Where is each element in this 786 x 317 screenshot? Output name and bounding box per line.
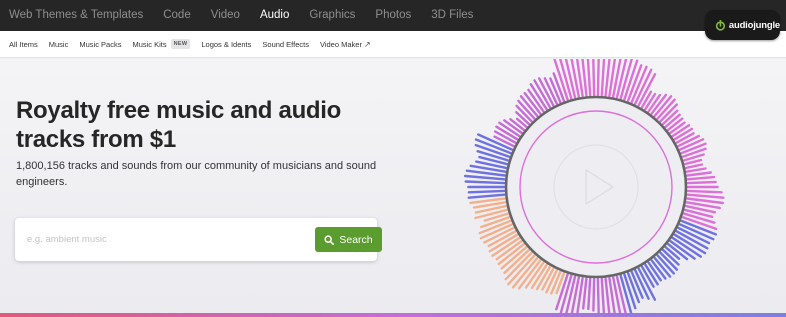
top-navigation: Web Themes & Templates Code Video Audio … (0, 0, 786, 31)
subnav-label: Music (48, 39, 69, 49)
nav-photos[interactable]: Photos (375, 0, 411, 31)
audiojungle-logo-icon (715, 19, 726, 31)
visualizer-bar (586, 59, 592, 97)
visualizer-bar (644, 92, 657, 111)
visualizer-bar (463, 174, 506, 181)
nav-code[interactable]: Code (163, 0, 191, 31)
hero-section: Royalty free music and audio tracks from… (0, 59, 786, 317)
nav-web-themes[interactable]: Web Themes & Templates (9, 0, 143, 31)
visualizer-bar (686, 175, 716, 181)
visualizer-bar (467, 189, 506, 194)
subnav-label: Music Kits (132, 39, 167, 49)
subnav-sound-effects[interactable]: Sound Effects (262, 40, 309, 49)
external-link-icon: ↗ (363, 39, 371, 49)
nav-video[interactable]: Video (211, 0, 240, 31)
search-icon (324, 234, 335, 245)
visualizer-bar (587, 277, 592, 311)
subnav-logos-idents[interactable]: Logos & Idents (201, 40, 251, 49)
visualizer-bar (686, 171, 712, 177)
search-button-label: Search (339, 233, 373, 246)
visualizer-bar (600, 59, 606, 97)
subnav-label: All Items (9, 39, 38, 49)
visualizer-bar (600, 277, 606, 316)
audiojungle-logo[interactable]: audiojungle (705, 10, 780, 40)
search-button[interactable]: Search (315, 227, 382, 252)
visualizer-bar (467, 193, 506, 199)
visualizer-bar (596, 277, 600, 315)
subnav-music-packs[interactable]: Music Packs (79, 40, 121, 49)
visualizer-bar (683, 158, 703, 166)
visualizer-bar (685, 167, 707, 173)
hero-description: 1,800,156 tracks and sounds from our com… (16, 160, 377, 188)
subnav-music[interactable]: Music (49, 40, 69, 49)
nav-3d-files[interactable]: 3D Files (431, 0, 473, 31)
nav-audio[interactable]: Audio (260, 0, 289, 31)
bottom-stripe (0, 313, 786, 317)
nav-graphics[interactable]: Graphics (309, 0, 355, 31)
subnav-label: Logos & Idents (201, 39, 252, 49)
subnav-label: Music Packs (79, 39, 122, 49)
logo-text: audiojungle (728, 19, 780, 31)
hero-title: Royalty free music and audio tracks from… (16, 97, 342, 153)
visualizer-bar (686, 193, 725, 199)
sub-navigation: All Items Music Music Packs Music Kits NE… (0, 31, 786, 58)
visualizer-bar (559, 59, 573, 100)
visualizer-bar (596, 59, 600, 97)
visualizer-bar (684, 163, 704, 170)
visualizer-bar (686, 180, 717, 185)
visualizer-bar (582, 277, 588, 310)
subnav-label: Video Maker (319, 39, 362, 49)
subnav-video-maker[interactable]: Video Maker ↗ (320, 40, 371, 49)
search-form: Search (15, 218, 382, 261)
visualizer-bar (604, 277, 611, 316)
new-badge: NEW (170, 39, 191, 49)
subnav-all-items[interactable]: All Items (9, 40, 38, 49)
visualizer-bar (464, 180, 506, 185)
subnav-label: Sound Effects (262, 39, 309, 49)
visualizer-bar (592, 277, 596, 312)
subnav-music-kits[interactable]: Music Kits NEW (132, 39, 191, 49)
category-menu: Web Themes & Templates Code Video Audio … (0, 0, 493, 31)
visualizer-bar (686, 189, 723, 194)
search-input[interactable] (27, 230, 297, 248)
visualizer-bar (592, 59, 596, 97)
visualizer-outer-ring (504, 95, 688, 279)
